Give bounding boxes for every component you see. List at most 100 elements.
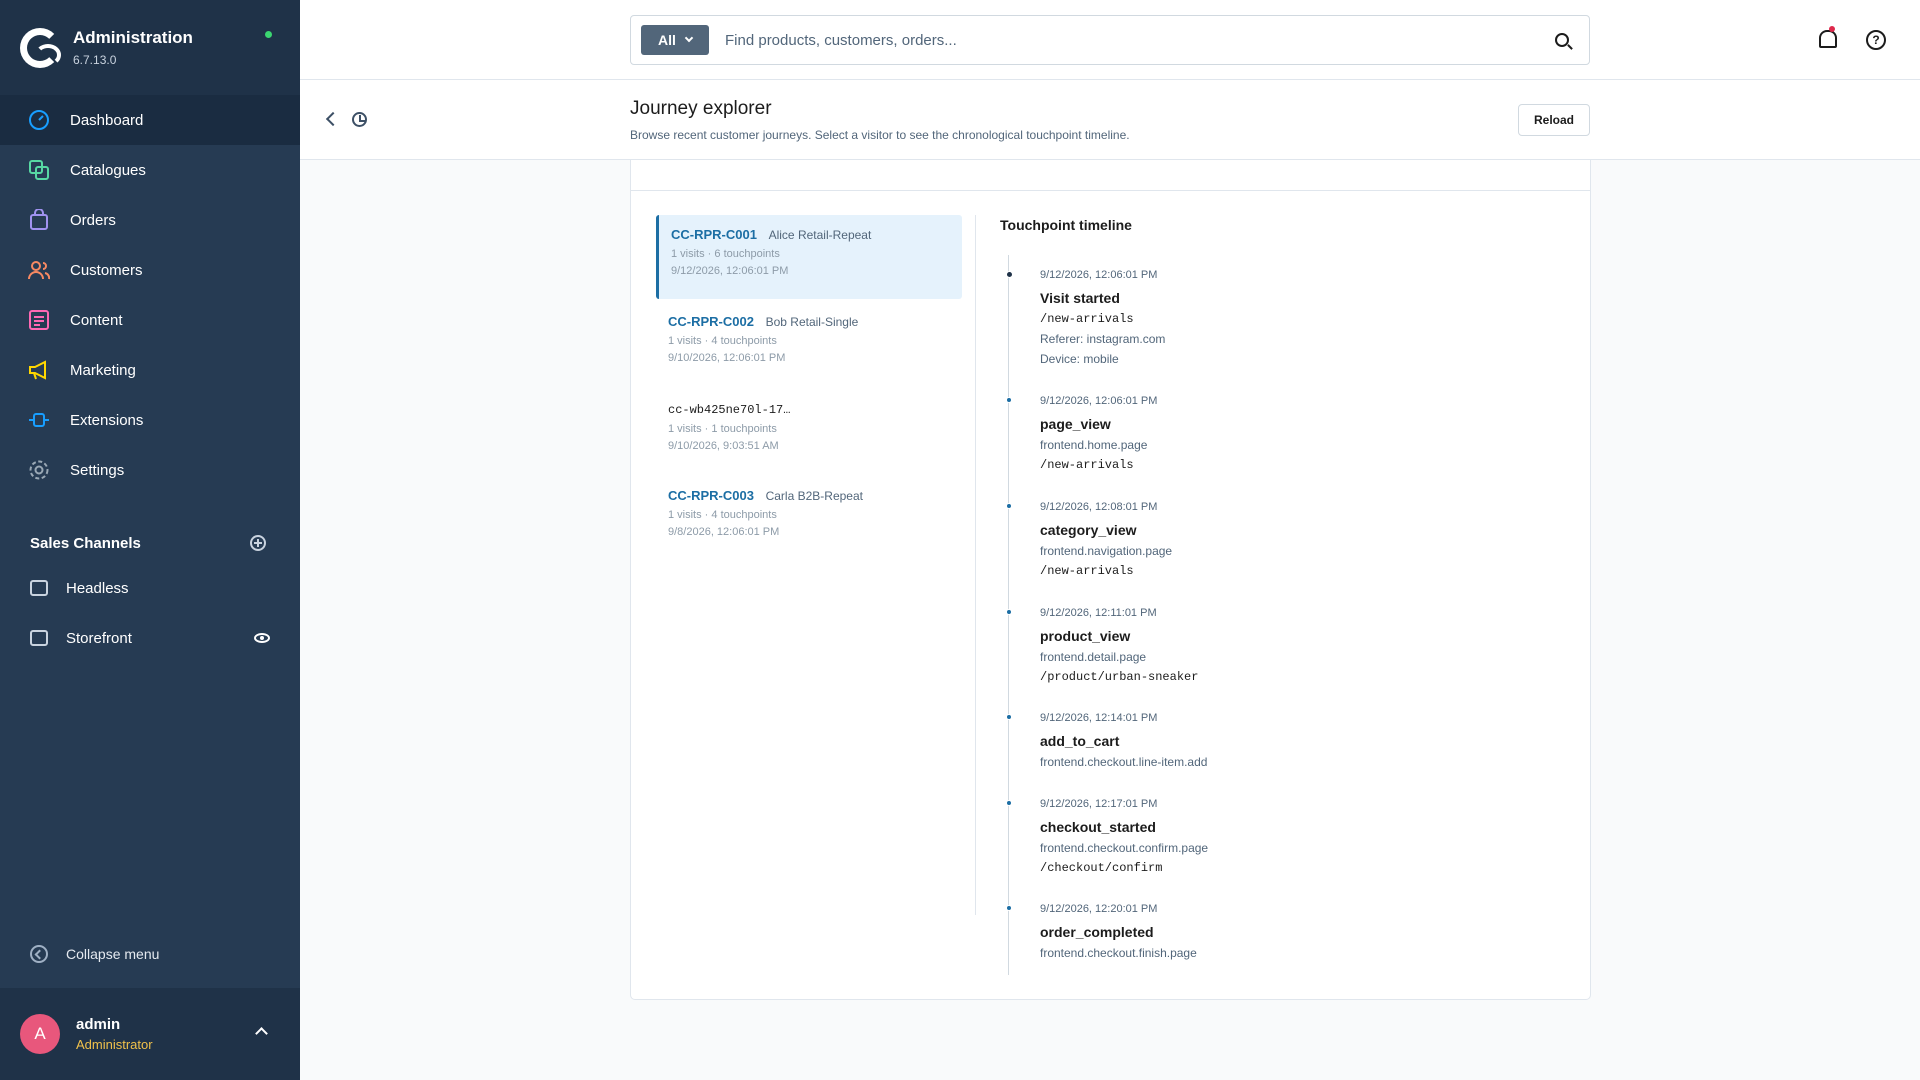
search-scope-label: All (658, 32, 676, 48)
collapse-menu-button[interactable]: Collapse menu (30, 945, 159, 963)
touchpoint-name: checkout_started (1040, 819, 1156, 835)
visitor-item[interactable]: CC-RPR-C003 Carla B2B-Repeat 1 visits · … (656, 476, 962, 560)
content-icon (28, 309, 50, 331)
touchpoint-route: frontend.navigation.page (1040, 544, 1173, 558)
catalogue-icon (28, 159, 50, 181)
touchpoint-time: 9/12/2026, 12:06:01 PM (1040, 269, 1158, 281)
sales-channels-title: Sales Channels (30, 534, 141, 552)
touchpoint: 9/12/2026, 12:20:01 PM order_completed f… (1006, 903, 1197, 960)
visitor-date: 9/10/2026, 12:06:01 PM (668, 352, 786, 364)
nav-item-catalogues[interactable]: Catalogues (0, 145, 300, 195)
visitor-name: Bob Retail-Single (765, 315, 859, 329)
touchpoint-time: 9/12/2026, 12:20:01 PM (1040, 903, 1158, 915)
eye-icon[interactable] (254, 633, 270, 643)
sales-channel-headless[interactable]: Headless (0, 563, 300, 613)
reload-button[interactable]: Reload (1518, 104, 1590, 136)
app-title: Administration (73, 28, 193, 47)
nav-item-orders[interactable]: Orders (0, 195, 300, 245)
nav-label: Catalogues (70, 161, 146, 179)
search-scope-select[interactable]: All (641, 25, 709, 55)
brand-header: Administration 6.7.13.0 (0, 0, 300, 95)
visitor-id: CC-RPR-C002 (668, 314, 754, 329)
app-version: 6.7.13.0 (73, 53, 117, 67)
search-icon[interactable] (1555, 33, 1569, 47)
page-title: Journey explorer (630, 98, 772, 119)
touchpoint-route: frontend.checkout.line-item.add (1040, 755, 1208, 769)
extensions-icon (28, 409, 50, 431)
touchpoint-time: 9/12/2026, 12:11:01 PM (1040, 607, 1157, 619)
touchpoint-path: /new-arrivals (1040, 564, 1134, 578)
card-divider (631, 190, 1590, 191)
smart-bar: Journey explorer Browse recent customer … (300, 80, 1920, 160)
chevron-up-icon (255, 1027, 268, 1040)
timeline-dot (1006, 609, 1012, 615)
collapse-icon (30, 945, 48, 963)
touchpoint-referer: Referer: instagram.com (1040, 332, 1166, 346)
main-nav: Dashboard Catalogues Orders Customers Co… (0, 95, 300, 495)
visitor-id: CC-RPR-C001 (671, 227, 757, 242)
visitor-name: Alice Retail-Repeat (768, 228, 872, 242)
visitor-id: CC-RPR-C003 (668, 488, 754, 503)
visitor-date: 9/8/2026, 12:06:01 PM (668, 526, 780, 538)
visitor-item[interactable]: CC-RPR-C002 Bob Retail-Single 1 visits ·… (656, 302, 962, 386)
touchpoint-route: frontend.checkout.confirm.page (1040, 841, 1209, 855)
status-indicator (265, 31, 272, 38)
column-divider (975, 215, 976, 915)
touchpoint-name: Visit started (1040, 290, 1120, 306)
back-icon[interactable] (325, 111, 341, 127)
touchpoint-route: frontend.checkout.finish.page (1040, 946, 1197, 960)
touchpoint-route: frontend.detail.page (1040, 650, 1147, 664)
user-menu[interactable]: A admin Administrator (0, 988, 300, 1080)
bell-icon[interactable] (1819, 30, 1837, 48)
customers-icon (28, 259, 51, 281)
chevron-down-icon (684, 33, 694, 43)
touchpoint-device: Device: mobile (1040, 352, 1119, 366)
touchpoint: 9/12/2026, 12:08:01 PM category_view fro… (1006, 501, 1173, 578)
visitor-item[interactable]: CC-RPR-C001 Alice Retail-Repeat 1 visits… (656, 215, 962, 299)
help-icon[interactable]: ? (1866, 30, 1886, 50)
nav-item-settings[interactable]: Settings (0, 445, 300, 495)
touchpoint-path: /checkout/confirm (1040, 861, 1163, 875)
touchpoint-name: order_completed (1040, 924, 1154, 940)
nav-item-marketing[interactable]: Marketing (0, 345, 300, 395)
visitor-stats: 1 visits · 1 touchpoints (668, 423, 777, 435)
visitor-id: cc-wb425ne70l-17… (668, 403, 791, 417)
timeline-title: Touchpoint timeline (1000, 217, 1132, 233)
timeline-dot (1006, 271, 1013, 278)
nav-item-customers[interactable]: Customers (0, 245, 300, 295)
visitor-stats: 1 visits · 6 touchpoints (671, 248, 780, 260)
search-input[interactable] (725, 31, 1555, 49)
nav-item-dashboard[interactable]: Dashboard (0, 95, 300, 145)
nav-item-extensions[interactable]: Extensions (0, 395, 300, 445)
storefront-icon (30, 630, 48, 646)
touchpoint-path: /new-arrivals (1040, 312, 1134, 326)
shopware-logo-icon (20, 27, 61, 68)
timeline-dot (1006, 503, 1012, 509)
timeline-dot (1006, 905, 1012, 911)
basket-icon (30, 580, 48, 596)
history-icon[interactable] (352, 112, 367, 127)
timeline-dot (1006, 714, 1012, 720)
add-sales-channel-icon[interactable] (250, 535, 266, 551)
timeline-dot (1006, 397, 1012, 403)
nav-item-content[interactable]: Content (0, 295, 300, 345)
touchpoint-time: 9/12/2026, 12:08:01 PM (1040, 501, 1158, 513)
sidebar: Administration 6.7.13.0 Dashboard Catalo… (0, 0, 300, 1080)
orders-icon (28, 208, 50, 231)
user-role: Administrator (76, 1037, 153, 1052)
touchpoint: 9/12/2026, 12:17:01 PM checkout_started … (1006, 798, 1209, 875)
touchpoint-path: /new-arrivals (1040, 458, 1134, 472)
nav-label: Content (70, 311, 123, 329)
nav-label: Settings (70, 461, 125, 479)
sales-channel-storefront[interactable]: Storefront (0, 613, 300, 663)
nav-label: Dashboard (70, 111, 144, 129)
nav-label: Orders (70, 211, 116, 229)
collapse-label: Collapse menu (66, 946, 160, 962)
dashboard-icon (28, 109, 50, 131)
page-description: Browse recent customer journeys. Select … (630, 128, 1130, 142)
channel-label: Storefront (66, 629, 132, 647)
journey-card: CC-RPR-C001 Alice Retail-Repeat 1 visits… (630, 160, 1591, 1000)
visitor-item[interactable]: cc-wb425ne70l-17… 1 visits · 1 touchpoin… (656, 389, 962, 473)
user-name: admin (76, 1016, 121, 1033)
touchpoint-name: category_view (1040, 522, 1137, 538)
